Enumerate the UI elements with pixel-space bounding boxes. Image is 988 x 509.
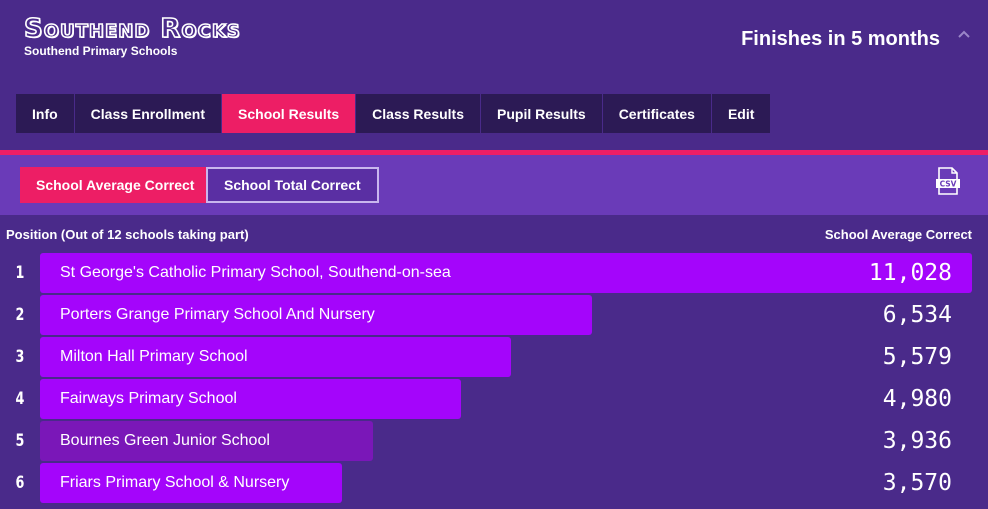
tab-class-results[interactable]: Class Results — [356, 94, 481, 133]
school-name: Fairways Primary School — [60, 390, 237, 407]
school-value: 5,579 — [882, 344, 952, 370]
row-position: 4 — [15, 389, 25, 409]
brand-title: Southend Rocks — [23, 13, 241, 45]
school-name: Milton Hall Primary School — [60, 348, 248, 365]
results-list: Position (Out of 12 schools taking part)… — [0, 215, 988, 509]
school-value: 6,534 — [882, 302, 952, 328]
tab-class-enrollment[interactable]: Class Enrollment — [74, 94, 223, 133]
value-header: School Average Correct — [824, 227, 972, 242]
table-row[interactable]: 6 Friars Primary School & Nursery 3,570 — [0, 463, 988, 503]
csv-icon[interactable]: CSV — [936, 167, 960, 195]
tab-info[interactable]: Info — [16, 94, 75, 133]
tab-edit[interactable]: Edit — [711, 94, 772, 133]
row-position: 3 — [15, 347, 25, 367]
row-position: 2 — [15, 305, 25, 325]
school-average-button[interactable]: School Average Correct — [20, 167, 211, 203]
school-name: St George's Catholic Primary School, Sou… — [60, 264, 451, 281]
school-name: Bournes Green Junior School — [60, 432, 270, 449]
position-header: Position (Out of 12 schools taking part) — [6, 227, 249, 242]
school-value: 4,980 — [882, 386, 952, 412]
row-position: 5 — [15, 431, 25, 451]
school-value: 11,028 — [868, 260, 952, 286]
tab-certificates[interactable]: Certificates — [602, 94, 712, 133]
chevron-up-icon[interactable] — [956, 26, 972, 42]
tab-school-results[interactable]: School Results — [222, 94, 357, 133]
row-position: 6 — [15, 473, 25, 493]
finishes-countdown: Finishes in 5 months — [741, 28, 940, 50]
school-value: 3,936 — [882, 428, 952, 454]
school-name: Friars Primary School & Nursery — [60, 474, 290, 491]
school-name: Porters Grange Primary School And Nurser… — [60, 306, 375, 323]
results-toolbar: School Average Correct School Total Corr… — [0, 155, 988, 215]
school-total-button[interactable]: School Total Correct — [206, 167, 379, 203]
table-row[interactable]: 4 Fairways Primary School 4,980 — [0, 379, 988, 419]
school-value: 3,570 — [882, 470, 952, 496]
svg-text:CSV: CSV — [940, 180, 957, 189]
table-row[interactable]: 3 Milton Hall Primary School 5,579 — [0, 337, 988, 377]
table-row[interactable]: 2 Porters Grange Primary School And Nurs… — [0, 295, 988, 335]
row-position: 1 — [15, 263, 25, 283]
app-header: Southend Rocks Southend Primary Schools … — [0, 0, 988, 150]
tab-pupil-results[interactable]: Pupil Results — [481, 94, 603, 133]
table-row[interactable]: 5 Bournes Green Junior School 3,936 — [0, 421, 988, 461]
table-row[interactable]: 1 St George's Catholic Primary School, S… — [0, 253, 988, 293]
brand-subtitle: Southend Primary Schools — [24, 44, 178, 58]
tab-bar: Info Class Enrollment School Results Cla… — [16, 94, 772, 133]
